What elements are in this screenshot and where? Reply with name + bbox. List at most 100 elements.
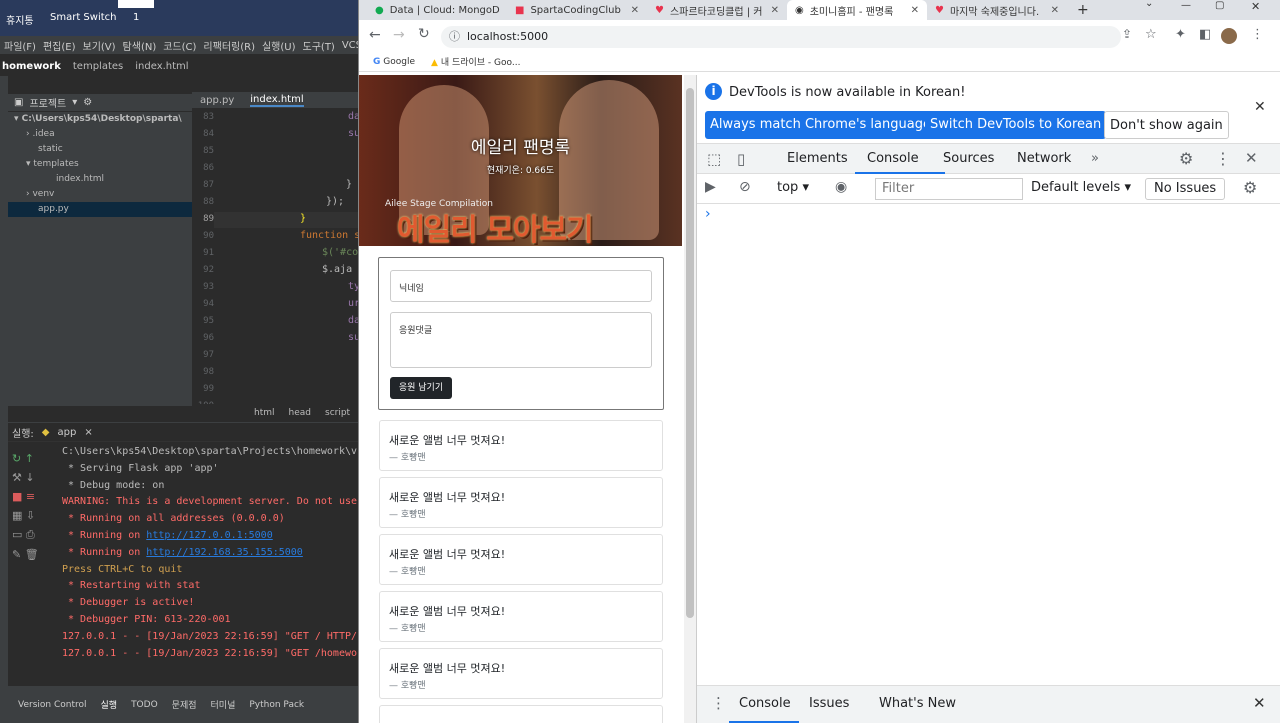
console-prompt[interactable]: › <box>705 206 711 222</box>
switch-to-korean-button[interactable]: Switch DevTools to Korean <box>925 111 1107 139</box>
inspect-icon[interactable]: ⬚ <box>707 150 721 168</box>
nickname-input[interactable]: 닉네임 <box>390 270 652 302</box>
tab-console[interactable]: Console <box>867 151 919 166</box>
breadcrumb-index[interactable]: index.html <box>135 61 188 72</box>
crumb-script[interactable]: script <box>325 408 350 418</box>
close-drawer-icon[interactable]: ✕ <box>1253 694 1266 712</box>
close-icon[interactable]: ✕ <box>631 5 639 16</box>
tree-idea[interactable]: › .idea <box>8 127 192 142</box>
close-icon[interactable]: ✕ <box>1254 99 1266 115</box>
close-devtools-icon[interactable]: ✕ <box>1245 149 1258 167</box>
side-panel-icon[interactable]: ◧ <box>1199 27 1211 42</box>
menu-navigate[interactable]: 탐색(N) <box>123 38 157 53</box>
tab-elements[interactable]: Elements <box>787 151 848 166</box>
drawer-menu-icon[interactable]: ⋮ <box>711 694 726 712</box>
run-tab-app[interactable]: app <box>57 427 76 438</box>
project-label[interactable]: 프로젝트 <box>29 95 66 110</box>
drawer-tab-whats-new[interactable]: What's New <box>879 696 956 711</box>
drawer-tab-issues[interactable]: Issues <box>809 696 849 711</box>
print-icon[interactable]: ▭ ⎙ <box>12 528 50 542</box>
tree-static[interactable]: static <box>8 142 192 157</box>
editor-tab-index-html[interactable]: index.html <box>250 94 304 107</box>
code-editor[interactable]: app.py index.html 83 84 85 86 87 88 89 9… <box>192 92 358 422</box>
share-icon[interactable]: ⇪ <box>1122 27 1132 41</box>
menu-view[interactable]: 보기(V) <box>83 38 116 53</box>
menu-kebab-icon[interactable]: ⋮ <box>1251 27 1264 42</box>
tree-index-html[interactable]: index.html <box>8 172 192 187</box>
bookmark-drive[interactable]: ▲ 내 드라이브 - Goo... <box>431 55 520 68</box>
wrench-icon[interactable]: ⚒ ↓ <box>12 471 50 484</box>
drawer-tab-console[interactable]: Console <box>739 696 791 711</box>
breadcrumb-templates[interactable]: templates <box>73 61 123 72</box>
maximize-button[interactable]: ▢ <box>1215 0 1224 11</box>
log-levels-dropdown[interactable]: Default levels ▾ <box>1031 180 1131 195</box>
tree-app-py[interactable]: app.py <box>8 202 192 217</box>
menu-edit[interactable]: 편집(E) <box>43 38 76 53</box>
browser-tab-mongodb[interactable]: ● Data | Cloud: MongoD ✕ <box>367 0 507 20</box>
always-match-language-button[interactable]: Always match Chrome's language <box>705 111 936 139</box>
crumb-head[interactable]: head <box>289 408 311 418</box>
desktop-icon-recycle-bin[interactable]: 휴지통 <box>6 12 34 27</box>
breadcrumb-homework[interactable]: homework <box>2 61 61 72</box>
chevron-down-icon[interactable]: ▾ <box>72 97 77 108</box>
browser-tab-sparta[interactable]: ■ SpartaCodingClub ✕ <box>507 0 647 20</box>
menu-vcs[interactable]: VCS <box>342 40 358 51</box>
rerun-icon[interactable]: ↻ ↑ <box>12 452 50 465</box>
menu-refactor[interactable]: 리팩터링(R) <box>203 38 255 53</box>
address-bar[interactable]: ⓘ localhost:5000 <box>441 26 1121 48</box>
device-toolbar-icon[interactable]: ▯ <box>737 150 745 168</box>
output-link[interactable]: http://192.168.35.155:5000 <box>146 547 303 558</box>
clear-console-icon[interactable]: ⊘ <box>739 179 751 195</box>
stop-icon[interactable]: ■ ≡ <box>12 490 50 503</box>
issues-button[interactable]: No Issues <box>1145 178 1226 200</box>
dont-show-again-button[interactable]: Don't show again <box>1104 111 1229 139</box>
gear-icon[interactable]: ⚙ <box>1179 149 1193 168</box>
menu-run[interactable]: 실행(U) <box>262 38 296 53</box>
context-select[interactable]: top ▾ <box>777 180 809 195</box>
bookmark-google[interactable]: G Google <box>373 57 415 67</box>
browser-tab-guestbook[interactable]: ◉ 초미니홈피 - 팬명록 ✕ <box>787 0 927 20</box>
tab-network[interactable]: Network <box>1017 151 1071 166</box>
tool-python-packages[interactable]: Python Pack <box>249 700 304 710</box>
output-link[interactable]: http://127.0.0.1:5000 <box>146 530 272 541</box>
comment-textarea[interactable]: 응원댓글 <box>390 312 652 368</box>
tree-templates[interactable]: ▾ templates <box>8 157 192 172</box>
avatar[interactable] <box>1221 28 1237 44</box>
desktop-icon-1[interactable]: 1 <box>133 12 139 23</box>
more-tabs-icon[interactable]: » <box>1091 151 1099 166</box>
console-filter-input[interactable]: Filter <box>875 178 1023 200</box>
info-icon[interactable]: ⓘ <box>449 26 460 48</box>
tool-run[interactable]: 실행 <box>101 698 118 711</box>
crumb-html[interactable]: html <box>254 408 275 418</box>
editor-tab-app-py[interactable]: app.py <box>200 95 234 106</box>
window-close-button[interactable]: ✕ <box>1251 0 1260 13</box>
menu-code[interactable]: 코드(C) <box>163 38 196 53</box>
layout-icon[interactable]: ▦ ⇩ <box>12 509 50 522</box>
eye-icon[interactable]: ◉ <box>835 179 847 195</box>
gear-icon[interactable]: ⚙ <box>83 97 92 108</box>
close-icon[interactable]: ✕ <box>771 5 779 16</box>
scrollbar-thumb[interactable] <box>686 88 694 618</box>
submit-cheer-button[interactable]: 응원 남기기 <box>390 377 452 399</box>
desktop-icon-smart-switch[interactable]: Smart Switch <box>50 12 117 23</box>
tool-todo[interactable]: TODO <box>131 700 158 710</box>
reload-button[interactable]: ↻ <box>418 26 430 42</box>
menu-tools[interactable]: 도구(T) <box>303 38 335 53</box>
tab-sources[interactable]: Sources <box>943 151 994 166</box>
close-icon[interactable]: × <box>84 427 92 438</box>
close-icon[interactable]: ✕ <box>1051 5 1059 16</box>
close-icon[interactable]: ✕ <box>911 5 919 16</box>
console-settings-icon[interactable]: ⚙ <box>1243 178 1257 197</box>
kebab-icon[interactable]: ⋮ <box>1215 149 1231 168</box>
tree-root[interactable]: ▾ C:\Users\kps54\Desktop\sparta\ <box>8 112 192 127</box>
tool-terminal[interactable]: 터미널 <box>211 698 236 711</box>
back-button[interactable]: ← <box>369 27 381 43</box>
menu-file[interactable]: 파일(F) <box>4 38 36 53</box>
forward-button[interactable]: → <box>393 27 405 43</box>
bookmark-star-icon[interactable]: ☆ <box>1145 27 1157 42</box>
pin-icon[interactable]: ✎ 🗑 <box>12 548 50 561</box>
browser-tab-homework[interactable]: ♥ 마지막 숙제중입니다. ✕ <box>927 0 1067 20</box>
new-tab-button[interactable]: + <box>1077 2 1089 18</box>
sidebar-toggle-icon[interactable]: ▶ <box>705 179 716 195</box>
tool-version-control[interactable]: Version Control <box>18 700 87 710</box>
